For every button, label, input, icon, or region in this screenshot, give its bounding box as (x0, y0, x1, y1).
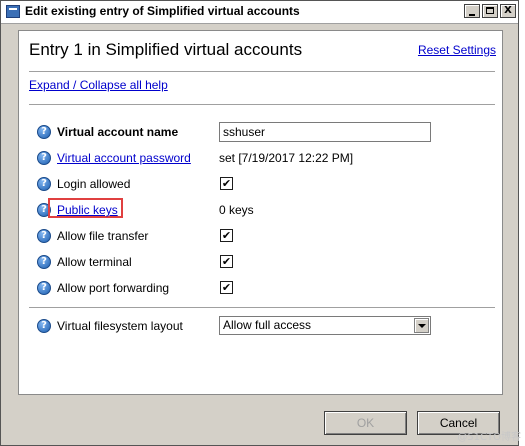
row-allow-terminal: ? Allow terminal ✔ (19, 253, 504, 275)
help-separator (29, 104, 495, 106)
allow-port-forwarding-label: Allow port forwarding (57, 281, 170, 295)
help-icon[interactable]: ? (37, 281, 51, 295)
help-icon[interactable]: ? (37, 125, 51, 139)
row-account-password: ? Virtual account password set [7/19/201… (19, 149, 504, 171)
title-bar: Edit existing entry of Simplified virtua… (1, 1, 518, 24)
ok-button[interactable]: OK (324, 411, 407, 435)
account-name-input[interactable]: sshuser (219, 122, 431, 142)
row-account-name: ? Virtual account name sshuser (19, 122, 504, 145)
account-name-label: Virtual account name (57, 125, 179, 139)
reset-settings-link[interactable]: Reset Settings (418, 43, 496, 57)
allow-terminal-checkbox[interactable]: ✔ (220, 255, 233, 268)
help-icon[interactable]: ? (37, 319, 51, 333)
filesystem-layout-select[interactable]: Allow full access (219, 316, 431, 335)
dialog-window: Edit existing entry of Simplified virtua… (0, 0, 519, 446)
window-title: Edit existing entry of Simplified virtua… (25, 4, 300, 18)
row-login-allowed: ? Login allowed ✔ (19, 175, 504, 197)
background-strip (519, 0, 525, 446)
help-icon[interactable]: ? (37, 229, 51, 243)
filesystem-layout-value: Allow full access (223, 318, 312, 332)
chevron-down-icon[interactable] (414, 318, 429, 333)
row-allow-port-forwarding: ? Allow port forwarding ✔ (19, 279, 504, 301)
app-icon (6, 5, 20, 18)
close-button[interactable]: X (500, 4, 516, 18)
minimize-button[interactable] (464, 4, 480, 18)
allow-terminal-label: Allow terminal (57, 255, 132, 269)
allow-file-transfer-checkbox[interactable]: ✔ (220, 229, 233, 242)
login-allowed-checkbox[interactable]: ✔ (220, 177, 233, 190)
public-keys-count: 0 keys (219, 203, 254, 217)
filesystem-separator (29, 307, 495, 309)
page-title: Entry 1 in Simplified virtual accounts (29, 40, 303, 59)
expand-collapse-help-link[interactable]: Expand / Collapse all help (29, 78, 168, 92)
help-icon[interactable]: ? (37, 151, 51, 165)
settings-panel: Entry 1 in Simplified virtual accounts R… (18, 30, 503, 395)
row-public-keys: ? Public keys 0 keys (19, 198, 504, 223)
filesystem-layout-label: Virtual filesystem layout (57, 319, 183, 333)
row-filesystem-layout: ? Virtual filesystem layout Allow full a… (19, 316, 504, 339)
login-allowed-label: Login allowed (57, 177, 131, 191)
allow-file-transfer-label: Allow file transfer (57, 229, 149, 243)
row-allow-file-transfer: ? Allow file transfer ✔ (19, 227, 504, 249)
help-icon[interactable]: ? (37, 255, 51, 269)
account-password-link[interactable]: Virtual account password (57, 151, 191, 165)
allow-port-forwarding-checkbox[interactable]: ✔ (220, 281, 233, 294)
watermark-text: @51CTO博客 (457, 432, 521, 443)
public-keys-link[interactable]: Public keys (57, 203, 118, 217)
maximize-button[interactable] (482, 4, 498, 18)
account-password-status: set [7/19/2017 12:22 PM] (219, 151, 354, 165)
top-separator (29, 71, 495, 73)
help-icon[interactable]: ? (37, 177, 51, 191)
